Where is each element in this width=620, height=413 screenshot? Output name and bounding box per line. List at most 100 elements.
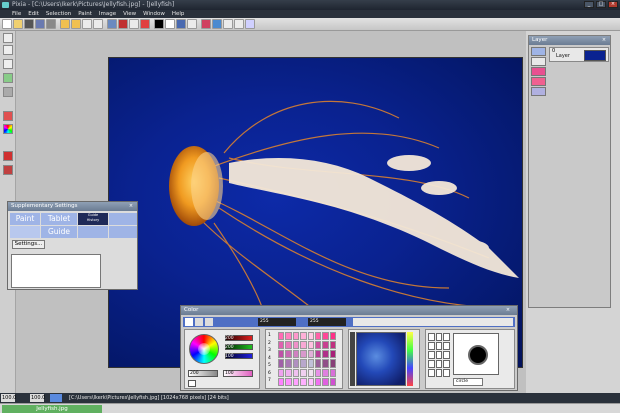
- palette-swatch[interactable]: [322, 350, 329, 359]
- palette-swatch[interactable]: [314, 368, 322, 377]
- brush-shape[interactable]: [435, 351, 443, 359]
- menu-view[interactable]: View: [123, 10, 136, 18]
- edit-tool-icon[interactable]: [3, 111, 13, 121]
- palette-swatch[interactable]: [322, 368, 329, 377]
- palette-row-number[interactable]: 7: [268, 377, 276, 385]
- palette-swatch[interactable]: [292, 341, 300, 350]
- rect-tool-icon[interactable]: [3, 59, 13, 69]
- save-icon[interactable]: [35, 19, 45, 29]
- palette-swatch[interactable]: [285, 341, 292, 350]
- brush-shape[interactable]: [428, 360, 435, 368]
- current-color-swatch[interactable]: [188, 380, 196, 387]
- palette-row-number[interactable]: 4: [268, 355, 276, 363]
- fill-tool-icon[interactable]: [3, 87, 13, 97]
- texture-color-strip[interactable]: [407, 332, 413, 386]
- palette-swatch[interactable]: [307, 332, 314, 341]
- palette-swatch[interactable]: [314, 350, 322, 359]
- new-file-icon[interactable]: [2, 19, 12, 29]
- grid-icon[interactable]: [176, 19, 186, 29]
- tab-paint-sub[interactable]: [10, 226, 40, 238]
- tab-guide[interactable]: Guide: [41, 226, 77, 238]
- palette-swatch[interactable]: [278, 350, 285, 359]
- palette-swatch[interactable]: [329, 350, 336, 359]
- palette-swatch[interactable]: [307, 359, 314, 368]
- palette-swatch[interactable]: [285, 332, 292, 341]
- menu-paint[interactable]: Paint: [78, 10, 92, 18]
- palette-swatch[interactable]: [307, 350, 314, 359]
- zoom-field-2[interactable]: 100.0: [30, 394, 45, 402]
- brush-shape[interactable]: [443, 351, 450, 359]
- tab-tablet[interactable]: Tablet: [41, 213, 77, 225]
- supplementary-close-button[interactable]: ×: [127, 203, 135, 210]
- brush-shape[interactable]: [443, 333, 450, 341]
- palette-swatch[interactable]: [322, 377, 329, 386]
- brush-preview[interactable]: [453, 333, 499, 375]
- color-mode-icon[interactable]: [185, 318, 193, 326]
- palette-swatch[interactable]: [300, 332, 307, 341]
- palette-row-number[interactable]: 6: [268, 370, 276, 378]
- palette-swatch[interactable]: [314, 341, 322, 350]
- undo-icon[interactable]: [60, 19, 70, 29]
- texture-mode-icon[interactable]: [205, 318, 213, 326]
- layer-color-button[interactable]: [531, 67, 546, 76]
- settings-button[interactable]: Settings...: [12, 240, 45, 249]
- maximize-button[interactable]: □: [596, 1, 606, 8]
- new-layer-button[interactable]: [531, 47, 546, 56]
- brush-shape[interactable]: [428, 351, 435, 359]
- brush-shape[interactable]: [435, 333, 443, 341]
- palette-swatch[interactable]: [329, 368, 336, 377]
- paste-icon[interactable]: [93, 19, 103, 29]
- palette-swatch[interactable]: [285, 368, 292, 377]
- brush-shape[interactable]: [435, 342, 443, 350]
- brush-shape[interactable]: [428, 369, 435, 377]
- camera-icon[interactable]: [24, 19, 34, 29]
- color-value-field-2[interactable]: 255: [308, 318, 346, 326]
- tab-extra-2[interactable]: [78, 226, 108, 238]
- minimize-button[interactable]: _: [584, 1, 594, 8]
- palette-swatch[interactable]: [278, 332, 285, 341]
- palette-row-number[interactable]: 2: [268, 340, 276, 348]
- select-icon[interactable]: [187, 19, 197, 29]
- menu-help[interactable]: Help: [172, 10, 185, 18]
- menu-edit[interactable]: Edit: [28, 10, 39, 18]
- menu-file[interactable]: File: [12, 10, 21, 18]
- gradient-tool-icon[interactable]: [3, 73, 13, 83]
- palette-row-number[interactable]: 5: [268, 362, 276, 370]
- palette-swatch[interactable]: [278, 359, 285, 368]
- palette-mode-icon[interactable]: [195, 318, 203, 326]
- palette-swatch[interactable]: [314, 332, 322, 341]
- fit-window-icon[interactable]: [245, 19, 255, 29]
- palette-swatch[interactable]: [278, 368, 285, 377]
- layer-properties-button[interactable]: [531, 57, 546, 66]
- zoom-in-icon[interactable]: [223, 19, 233, 29]
- brush-shape[interactable]: [443, 369, 450, 377]
- palette-swatch[interactable]: [292, 332, 300, 341]
- brush-shape[interactable]: [428, 342, 435, 350]
- tab-extra-1[interactable]: [109, 213, 137, 225]
- palette-swatch[interactable]: [322, 341, 329, 350]
- zoom-select-icon[interactable]: [129, 19, 139, 29]
- palette-swatch[interactable]: [285, 377, 292, 386]
- brush-shape[interactable]: [435, 369, 443, 377]
- color-wheel[interactable]: [189, 334, 219, 364]
- palette-swatch[interactable]: [300, 368, 307, 377]
- palette-swatch[interactable]: [300, 377, 307, 386]
- palette-swatch[interactable]: [292, 350, 300, 359]
- palette-swatch[interactable]: [278, 341, 285, 350]
- palette-swatch[interactable]: [278, 377, 285, 386]
- tab-paint[interactable]: Paint: [10, 213, 40, 225]
- palette-swatch[interactable]: [329, 377, 336, 386]
- texture-preview[interactable]: [356, 332, 406, 386]
- palette-swatch[interactable]: [314, 377, 322, 386]
- menu-selection[interactable]: Selection: [46, 10, 71, 18]
- open-folder-icon[interactable]: [13, 19, 23, 29]
- palette-row-number[interactable]: 3: [268, 347, 276, 355]
- layer-row[interactable]: 0 Layer: [549, 47, 609, 62]
- palette-swatch[interactable]: [285, 359, 292, 368]
- pen-icon[interactable]: [140, 19, 150, 29]
- tab-guide-history[interactable]: Guide History: [78, 213, 108, 225]
- zoom-field[interactable]: 100.0: [1, 394, 16, 402]
- foreground-color-swatch[interactable]: [154, 19, 164, 29]
- palette-swatch[interactable]: [322, 359, 329, 368]
- stamp-tool-icon[interactable]: [3, 151, 13, 161]
